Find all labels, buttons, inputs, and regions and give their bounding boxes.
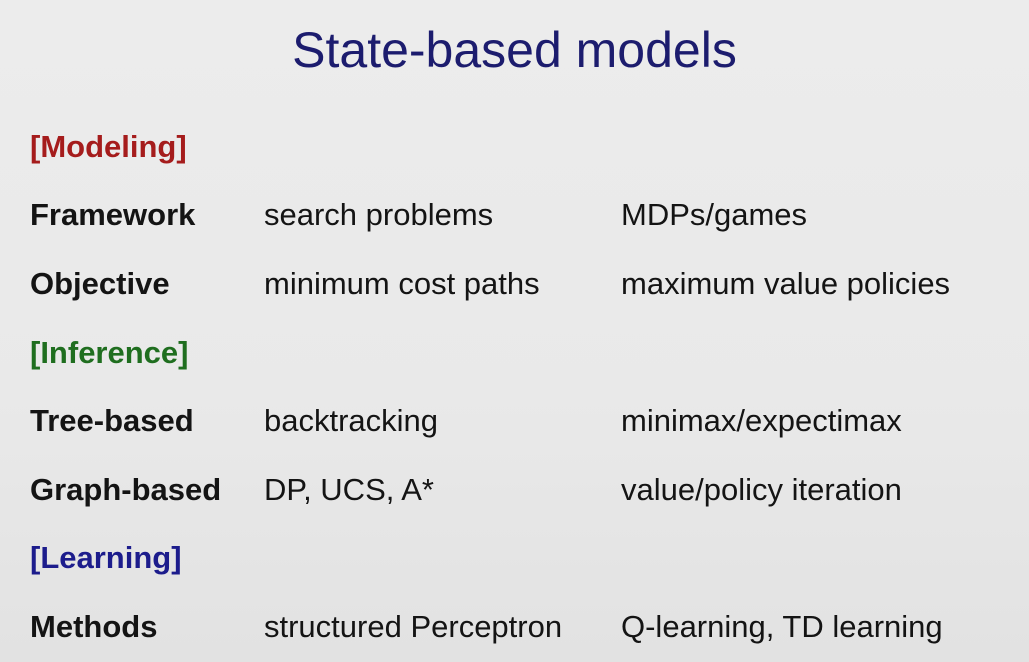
row-label: Methods [30,609,158,644]
section-inference: [Inference] [0,333,1029,373]
section-learning: [Learning] [0,538,1029,578]
row-cell-mdp: value/policy iteration [621,472,902,507]
section-modeling: [Modeling] [0,127,1029,167]
section-heading-learning: [Learning] [30,540,182,575]
section-heading-inference: [Inference] [30,335,189,370]
row-label: Tree-based [30,403,194,438]
table-row-graph-based: Graph-based DP, UCS, A* value/policy ite… [0,470,1029,510]
row-label: Objective [30,266,170,301]
row-label: Graph-based [30,472,222,507]
row-cell-mdp: Q-learning, TD learning [621,609,943,644]
section-heading-modeling: [Modeling] [30,129,187,164]
slide-title: State-based models [292,22,737,78]
row-cell-search: structured Perceptron [264,609,563,644]
row-cell-search: backtracking [264,403,439,438]
row-cell-search: DP, UCS, A* [264,472,435,507]
table-row-framework: Framework search problems MDPs/games [0,195,1029,235]
table-row-objective: Objective minimum cost paths maximum val… [0,264,1029,304]
slide: State-based models [Modeling] Framework … [0,0,1029,662]
row-cell-search: minimum cost paths [264,266,540,301]
row-cell-mdp: MDPs/games [621,197,808,232]
row-cell-mdp: minimax/expectimax [621,403,902,438]
table-row-methods: Methods structured Perceptron Q-learning… [0,607,1029,647]
row-cell-search: search problems [264,197,494,232]
row-cell-mdp: maximum value policies [621,266,951,301]
table-row-tree-based: Tree-based backtracking minimax/expectim… [0,401,1029,441]
row-label: Framework [30,197,196,232]
